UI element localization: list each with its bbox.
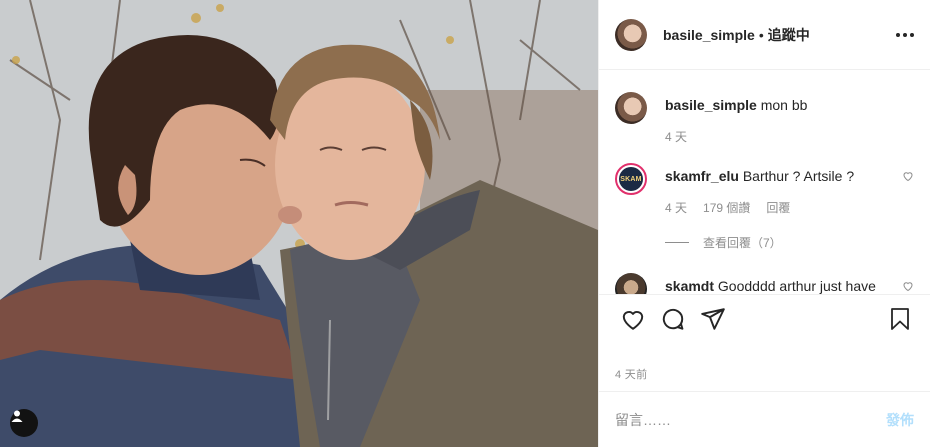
author-avatar[interactable] [615,18,647,51]
comment-likes[interactable]: 179 個讚 [703,199,750,216]
more-options-icon[interactable] [896,32,914,37]
comment-text: mon bb [760,97,808,113]
like-button[interactable] [613,301,653,341]
comment-input[interactable] [615,411,886,428]
comment-button[interactable] [653,301,693,341]
post-side-panel: basile_simple • 追蹤中 basile_simple mon bb… [598,0,930,447]
comment-item: SKAM skamfr_elu Barthur ? Artsile ? 4 天 … [615,163,914,216]
comment-time[interactable]: 4 天 [665,128,687,145]
commenter-avatar[interactable]: SKAM [615,163,647,195]
view-replies-button[interactable]: 查看回覆（7） [665,234,914,251]
heart-icon[interactable] [902,169,914,185]
post-comment-button[interactable]: 發佈 [886,410,914,430]
comment-icon [660,306,686,335]
skam-logo-text: SKAM [620,175,642,183]
comments-list[interactable]: basile_simple mon bb 4 天 SKAM skamfr_elu… [599,70,930,294]
commenter-username[interactable]: skamfr_elu [665,168,739,184]
commenter-username[interactable]: skamdt [665,278,714,294]
follow-status-button[interactable]: 追蹤中 [768,25,810,45]
share-icon [700,306,726,335]
header-separator: • [758,26,764,43]
author-username[interactable]: basile_simple [663,27,755,43]
bookmark-icon [888,306,912,335]
heart-icon[interactable] [902,279,914,294]
caption-item: basile_simple mon bb 4 天 [615,92,914,145]
comment-item: skamdt Goodddd arthur just have [615,273,914,294]
save-button[interactable] [880,301,920,341]
photo-illustration [0,0,598,447]
commenter-avatar[interactable] [615,273,647,294]
post-header: basile_simple • 追蹤中 [599,0,930,70]
comment-text: Barthur ? Artsile ? [742,168,855,184]
commenter-username[interactable]: basile_simple [665,97,757,113]
add-comment-bar: 發佈 [599,391,930,447]
comment-time[interactable]: 4 天 [665,199,687,216]
comment-text: Goodddd arthur just have [717,278,876,294]
share-button[interactable] [693,301,733,341]
view-replies-label: 查看回覆（7） [703,236,782,250]
replies-divider [665,242,689,243]
post-modal: basile_simple • 追蹤中 basile_simple mon bb… [0,0,930,447]
user-tag-button[interactable] [10,409,38,437]
commenter-avatar[interactable] [615,92,647,124]
reply-button[interactable]: 回覆 [766,199,790,216]
post-actions [599,294,930,346]
heart-icon [620,306,646,335]
post-photo[interactable] [0,0,598,447]
